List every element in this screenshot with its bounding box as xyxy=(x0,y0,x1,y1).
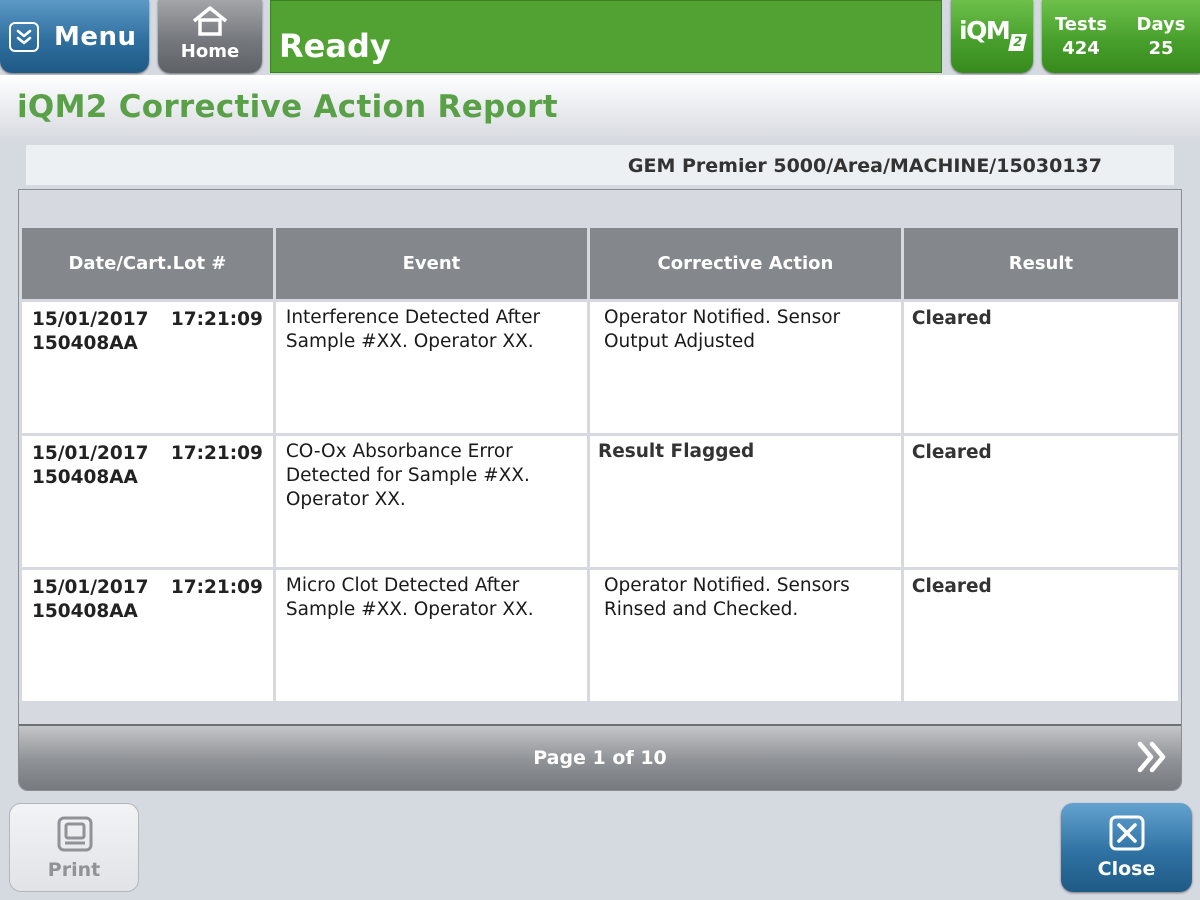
tests-counter: Tests 424 xyxy=(1046,13,1116,61)
date-cell: 15/01/2017 17:21:09 150408AA xyxy=(22,570,273,701)
status-text: Ready xyxy=(279,27,391,65)
close-button[interactable]: Close xyxy=(1061,803,1192,892)
row-lot: 150408AA xyxy=(32,467,138,488)
home-button[interactable]: Home xyxy=(158,0,262,73)
device-path-bar: GEM Premier 5000/Area/MACHINE/15030137 xyxy=(26,145,1174,185)
menu-button[interactable]: Menu xyxy=(0,0,149,73)
row-lot: 150408AA xyxy=(32,333,138,354)
days-label: Days xyxy=(1136,14,1186,35)
next-page-button[interactable] xyxy=(1135,740,1169,779)
close-label: Close xyxy=(1097,858,1156,880)
column-header-event: Event xyxy=(275,228,587,299)
double-chevron-right-icon xyxy=(1137,741,1166,773)
row-time: 17:21:09 xyxy=(170,577,263,598)
device-path: GEM Premier 5000/Area/MACHINE/15030137 xyxy=(627,155,1102,177)
row-date: 15/01/2017 xyxy=(32,309,149,330)
tests-label: Tests xyxy=(1054,14,1108,35)
row-date: 15/01/2017 xyxy=(32,577,149,598)
column-header-corrective-action: Corrective Action xyxy=(589,228,901,299)
report-panel: Date/Cart.Lot # Event Corrective Action … xyxy=(18,189,1182,791)
menu-label: Menu xyxy=(54,21,137,52)
iqm-button[interactable]: iQM 2 xyxy=(951,0,1033,73)
row-time: 17:21:09 xyxy=(170,309,263,330)
table-row[interactable]: 15/01/2017 17:21:09 150408AA Interferenc… xyxy=(22,302,1178,433)
row-event: Micro Clot Detected After Sample #XX. Op… xyxy=(275,570,587,701)
test-day-counters[interactable]: Tests 424 Days 25 xyxy=(1042,0,1200,73)
days-value: 25 xyxy=(1148,38,1174,59)
row-result: Cleared xyxy=(903,570,1178,701)
column-header-result: Result xyxy=(903,228,1178,299)
row-event: Interference Detected After Sample #XX. … xyxy=(275,302,587,433)
date-cell: 15/01/2017 17:21:09 150408AA xyxy=(22,302,273,433)
printer-icon xyxy=(57,816,93,852)
row-result: Cleared xyxy=(903,302,1178,433)
tests-value: 424 xyxy=(1062,38,1100,59)
report-table: Date/Cart.Lot # Event Corrective Action … xyxy=(19,225,1181,704)
page-indicator: Page 1 of 10 xyxy=(533,747,667,769)
table-row[interactable]: 15/01/2017 17:21:09 150408AA Micro Clot … xyxy=(22,570,1178,701)
home-icon xyxy=(192,6,228,36)
iqm-logo: iQM xyxy=(959,16,1011,45)
home-label: Home xyxy=(180,41,240,62)
title-band: iQM2 Corrective Action Report xyxy=(0,75,1200,143)
table-header-row: Date/Cart.Lot # Event Corrective Action … xyxy=(22,228,1178,299)
date-cell: 15/01/2017 17:21:09 150408AA xyxy=(22,436,273,567)
days-counter: Days 25 xyxy=(1126,13,1196,61)
row-time: 17:21:09 xyxy=(170,443,263,464)
table-row[interactable]: 15/01/2017 17:21:09 150408AA CO-Ox Absor… xyxy=(22,436,1178,567)
status-bar: Ready xyxy=(270,0,942,73)
row-action: Result Flagged xyxy=(589,436,901,567)
chevron-down-icon xyxy=(9,21,39,52)
close-icon xyxy=(1109,815,1145,851)
print-button[interactable]: Print xyxy=(9,803,139,892)
row-action: Operator Notified. Sensors Rinsed and Ch… xyxy=(589,570,901,701)
pagination-bar: Page 1 of 10 xyxy=(19,724,1181,790)
page-title: iQM2 Corrective Action Report xyxy=(17,89,558,125)
row-date: 15/01/2017 xyxy=(32,443,149,464)
row-lot: 150408AA xyxy=(32,601,138,622)
column-header-date: Date/Cart.Lot # xyxy=(22,228,273,299)
row-result: Cleared xyxy=(903,436,1178,567)
row-event: CO-Ox Absorbance Error Detected for Samp… xyxy=(275,436,587,567)
iqm-logo-subscript: 2 xyxy=(1008,34,1027,51)
row-action: Operator Notified. Sensor Output Adjuste… xyxy=(589,302,901,433)
print-label: Print xyxy=(47,859,101,881)
